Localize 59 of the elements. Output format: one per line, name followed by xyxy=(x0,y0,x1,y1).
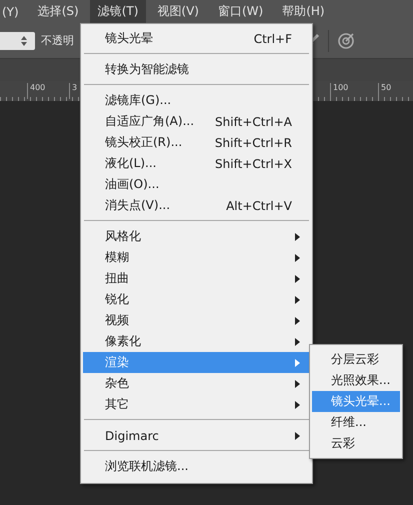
dropdown[interactable] xyxy=(0,32,35,50)
item-label: 浏览联机滤镜... xyxy=(105,458,190,475)
menu-bar-item[interactable]: (Y) xyxy=(0,0,27,23)
submenu-item[interactable]: 光照效果... xyxy=(312,370,400,391)
menu-item[interactable]: 锐化 xyxy=(83,289,310,310)
menu-item[interactable]: 油画(O)... xyxy=(83,174,310,195)
item-label: 风格化 xyxy=(105,228,142,245)
menu-bar-item[interactable]: 滤镜(T) xyxy=(90,0,146,23)
menu-item[interactable]: 镜头校正(R)... Shift+Ctrl+R xyxy=(83,132,310,153)
item-label: 油画(O)... xyxy=(105,176,160,193)
ruler-label: 100 xyxy=(330,83,348,99)
menu-bar-item[interactable]: 帮助(H) xyxy=(274,0,333,23)
shortcut: Shift+Ctrl+A xyxy=(215,114,292,128)
item-label: 自适应广角(A)... xyxy=(105,113,196,130)
ruler-label: 50 xyxy=(378,83,392,99)
menu-item[interactable]: 像素化 xyxy=(83,331,310,352)
menu-item[interactable]: 模糊 xyxy=(83,247,310,268)
menu-item[interactable]: 滤镜库(G)... xyxy=(83,90,310,111)
shortcut: Shift+Ctrl+R xyxy=(214,136,292,150)
item-label: 扭曲 xyxy=(105,270,130,287)
opacity-label: 不透明 xyxy=(41,33,74,48)
item-label: 其它 xyxy=(105,396,130,413)
item-label: 滤镜库(G)... xyxy=(105,92,172,109)
menu-item[interactable]: 其它 xyxy=(83,394,310,415)
menu-item[interactable]: 浏览联机滤镜... xyxy=(83,456,310,477)
menu-item[interactable]: 液化(L)... Shift+Ctrl+X xyxy=(83,153,310,174)
item-label: 视频 xyxy=(105,312,130,329)
item-label: 镜头校正(R)... xyxy=(105,134,184,151)
menu-item[interactable]: 风格化 xyxy=(83,226,310,247)
up-down-arrows-icon xyxy=(21,36,27,46)
menu-item[interactable]: 消失点(V)... Alt+Ctrl+V xyxy=(83,195,310,216)
menu-bar-item[interactable]: 视图(V) xyxy=(149,0,207,23)
item-label: 锐化 xyxy=(105,291,130,308)
submenu-item[interactable]: 纤维... xyxy=(312,412,400,433)
shortcut: Alt+Ctrl+V xyxy=(226,198,292,212)
item-label: 液化(L)... xyxy=(105,155,158,172)
shortcut: Ctrl+F xyxy=(254,32,292,46)
menu-bar-item[interactable]: 窗口(W) xyxy=(210,0,272,23)
menu-item[interactable]: 视频 xyxy=(83,310,310,331)
item-label: 消失点(V)... xyxy=(105,197,172,214)
ruler-label: 3 xyxy=(69,83,78,99)
item-label: 像素化 xyxy=(105,333,142,350)
submenu-item[interactable]: 云彩 xyxy=(312,433,400,454)
ruler-label: 400 xyxy=(27,83,46,99)
menu-bar-item[interactable]: 选择(S) xyxy=(30,0,87,23)
submenu-item[interactable]: 分层云彩 xyxy=(312,349,400,370)
menu-item[interactable]: 扭曲 xyxy=(83,268,310,289)
menu-item[interactable]: 杂色 xyxy=(83,373,310,394)
item-label: 杂色 xyxy=(105,375,130,392)
target-icon[interactable] xyxy=(337,32,355,50)
item-label: 模糊 xyxy=(105,249,130,266)
menu-item[interactable]: Digimarc xyxy=(83,425,310,446)
shortcut: Shift+Ctrl+X xyxy=(215,156,292,170)
menu-item[interactable]: 镜头光晕 Ctrl+F xyxy=(83,28,310,49)
menu-item[interactable]: 自适应广角(A)... Shift+Ctrl+A xyxy=(83,111,310,132)
item-label: 转换为智能滤镜 xyxy=(105,61,190,78)
item-label: 渲染 xyxy=(105,354,130,371)
item-label: 镜头光晕 xyxy=(105,30,154,47)
item-label: Digimarc xyxy=(105,428,160,442)
